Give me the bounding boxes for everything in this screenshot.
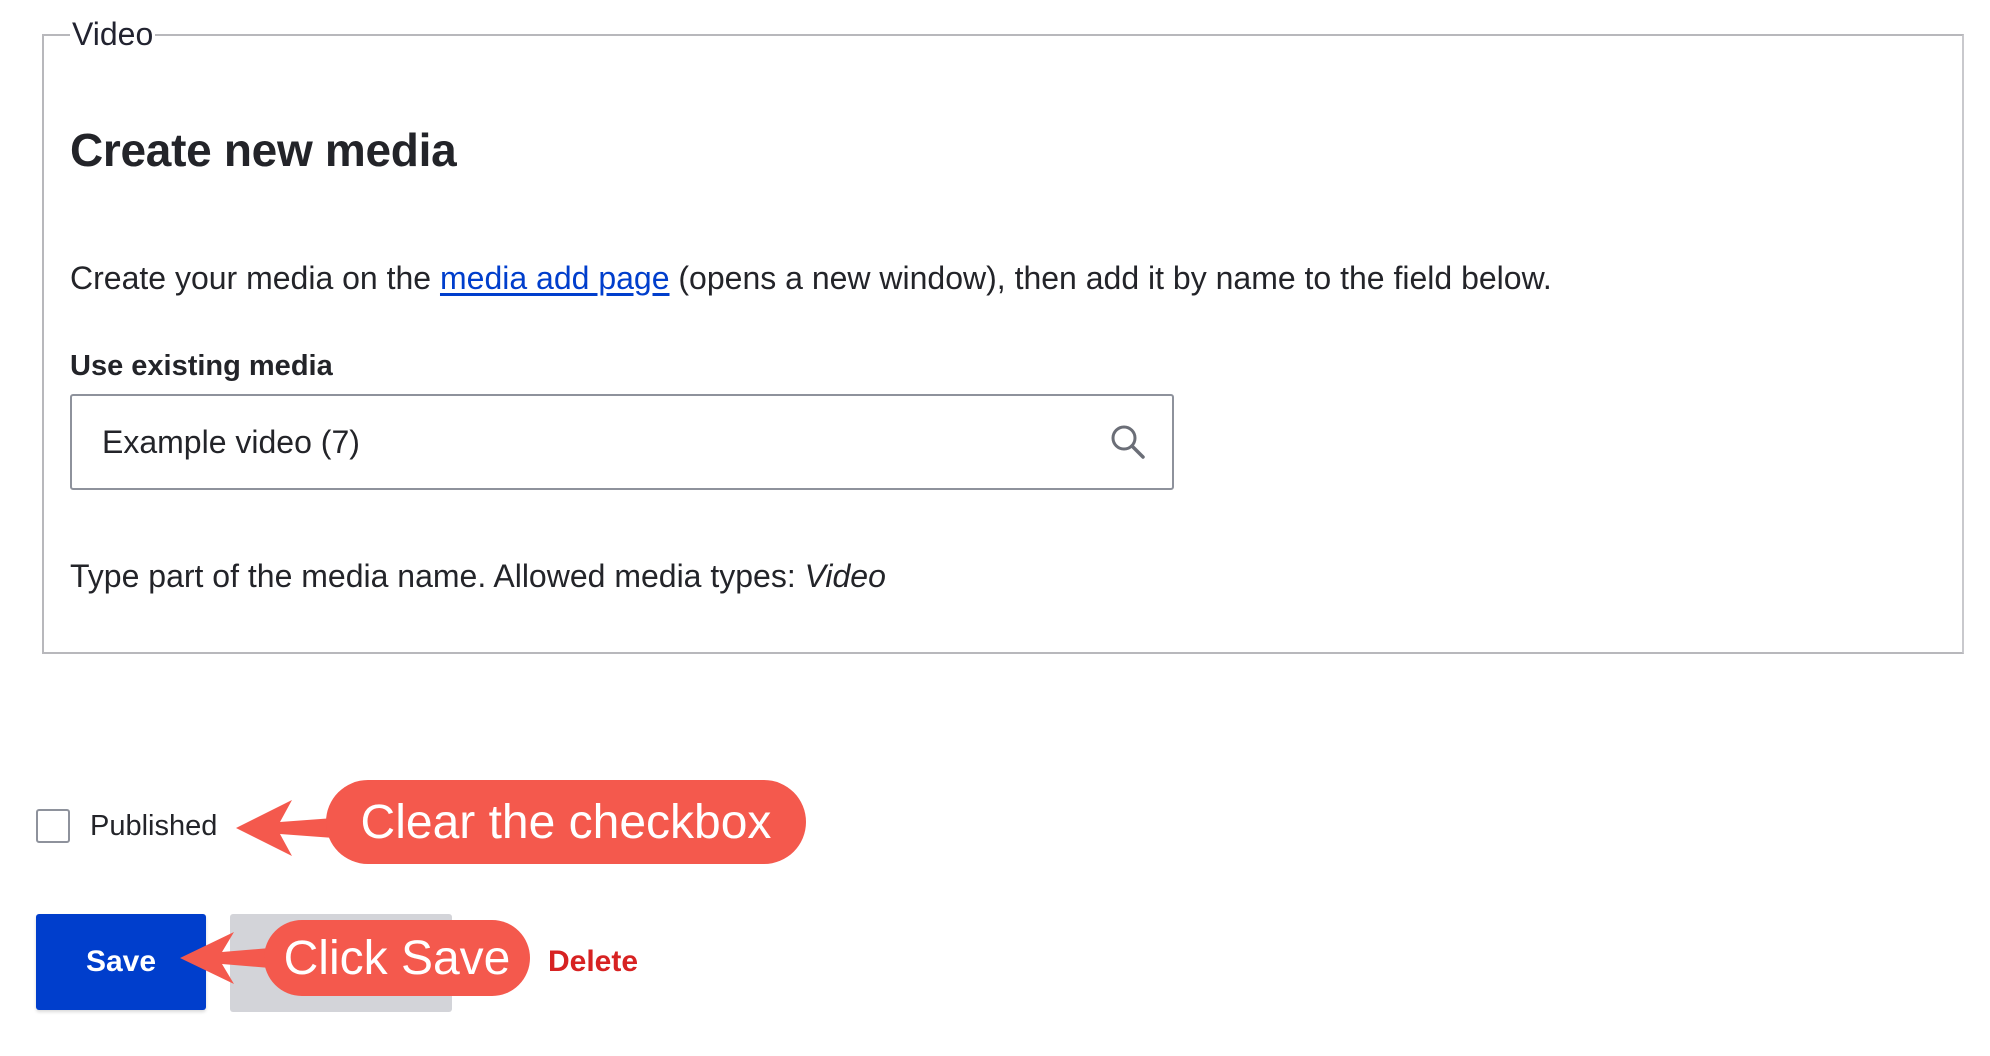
create-new-media-heading: Create new media xyxy=(70,124,457,176)
clear-checkbox-callout: Clear the checkbox xyxy=(326,780,806,864)
media-add-page-link[interactable]: media add page xyxy=(440,260,670,296)
media-autocomplete-input[interactable] xyxy=(72,396,1072,488)
published-field: Published xyxy=(36,806,217,846)
use-existing-media-label: Use existing media xyxy=(70,350,333,382)
published-label[interactable]: Published xyxy=(90,808,217,844)
save-callout-arrow-icon xyxy=(180,932,270,984)
delete-link[interactable]: Delete xyxy=(548,944,638,980)
published-checkbox[interactable] xyxy=(36,809,70,843)
description-text-after: (opens a new window), then add it by nam… xyxy=(669,260,1552,296)
search-icon xyxy=(1111,425,1145,459)
media-edit-form: Video Create new media Create your media… xyxy=(0,0,1990,1056)
click-save-callout: Click Save xyxy=(264,920,530,996)
description-text-before: Create your media on the xyxy=(70,260,440,296)
fieldset-legend: Video xyxy=(70,16,156,52)
media-help-text: Type part of the media name. Allowed med… xyxy=(70,556,886,596)
checkbox-callout-arrow-icon xyxy=(236,800,334,856)
allowed-media-type: Video xyxy=(804,558,886,594)
help-text-prefix: Type part of the media name. Allowed med… xyxy=(70,558,805,594)
media-autocomplete-field[interactable] xyxy=(70,394,1174,490)
video-fieldset: Video Create new media Create your media… xyxy=(42,16,1964,654)
media-description: Create your media on the media add page … xyxy=(70,258,1552,298)
